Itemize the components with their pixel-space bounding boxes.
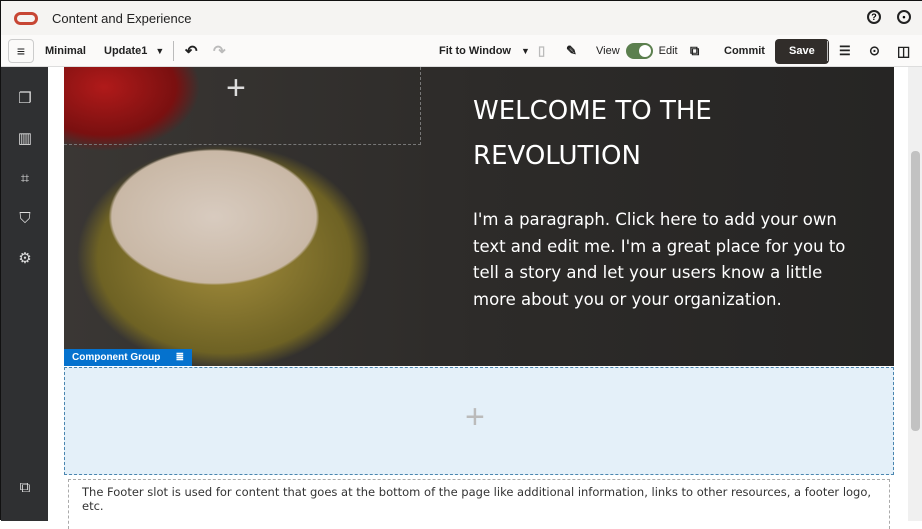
scrollbar-thumb[interactable] — [911, 151, 920, 431]
view-label: View — [596, 45, 620, 57]
chevron-down-icon: ▼ — [155, 46, 165, 56]
crop-icon[interactable]: ⌗ — [17, 171, 33, 187]
commit-button[interactable]: Commit — [724, 35, 765, 67]
footer-slot[interactable]: The Footer slot is used for content that… — [68, 479, 890, 529]
device-preview-icon[interactable]: ▯ — [538, 35, 545, 67]
ruler-icon[interactable]: ✎ — [566, 35, 577, 67]
add-icon[interactable]: + — [226, 69, 246, 108]
hero-section[interactable]: + WELCOME TO THE REVOLUTION I'm a paragr… — [64, 67, 894, 366]
left-sidebar: ❐ ▥ ⌗ ⛉ ⚙ ⧉ — [1, 67, 48, 521]
comment-icon[interactable]: ☰ — [839, 35, 851, 67]
scrollbar[interactable] — [908, 67, 922, 521]
empty-slot[interactable]: + — [64, 67, 421, 145]
title-bar: Content and Experience ? • — [1, 1, 922, 35]
location-pin-icon[interactable]: ⊙ — [869, 35, 880, 67]
theme-brush-icon[interactable]: ⛉ — [17, 211, 33, 227]
edit-label: Edit — [658, 45, 678, 57]
open-external-icon[interactable]: ⧉ — [690, 35, 699, 67]
app-title: Content and Experience — [52, 10, 192, 26]
components-icon[interactable]: ⧉ — [17, 480, 33, 496]
hero-heading[interactable]: WELCOME TO THE REVOLUTION — [473, 89, 813, 179]
fit-label: Fit to Window — [439, 45, 511, 57]
oracle-logo-icon — [14, 11, 38, 25]
save-button[interactable]: Save — [775, 38, 829, 64]
update-label: Update1 — [104, 45, 148, 57]
toolbar: ≡ Minimal Update1 ▼ ↶ ↷ Fit to Window ▼ ▯ … — [1, 35, 922, 67]
component-group-tab[interactable]: Component Group ≣ — [64, 349, 192, 366]
help-icon[interactable]: ? — [867, 10, 881, 24]
update-dropdown[interactable]: Update1 ▼ — [104, 35, 164, 67]
add-icon[interactable]: + — [465, 398, 485, 437]
site-name: Minimal — [45, 45, 86, 57]
layout-icon[interactable]: ▥ — [17, 131, 33, 147]
user-avatar-icon[interactable]: • — [897, 10, 911, 24]
undo-icon[interactable]: ↶ — [185, 35, 198, 67]
toggle-switch[interactable] — [625, 43, 653, 59]
menu-button[interactable]: ≡ — [8, 38, 34, 63]
side-panel-icon[interactable]: ◫ — [897, 35, 910, 67]
settings-gear-icon[interactable]: ⚙ — [17, 251, 33, 267]
menu-icon[interactable]: ≣ — [176, 349, 184, 366]
fit-dropdown[interactable]: Fit to Window ▼ — [439, 35, 530, 67]
redo-icon[interactable]: ↷ — [213, 35, 226, 67]
view-edit-toggle[interactable]: View Edit — [596, 35, 678, 67]
chevron-down-icon: ▼ — [521, 46, 530, 56]
component-group-dropzone[interactable]: + — [64, 367, 894, 475]
hero-paragraph[interactable]: I'm a paragraph. Click here to add your … — [473, 207, 853, 313]
pages-icon[interactable]: ❐ — [17, 91, 33, 107]
page-canvas: + WELCOME TO THE REVOLUTION I'm a paragr… — [48, 67, 908, 529]
component-group-label: Component Group — [72, 352, 161, 363]
